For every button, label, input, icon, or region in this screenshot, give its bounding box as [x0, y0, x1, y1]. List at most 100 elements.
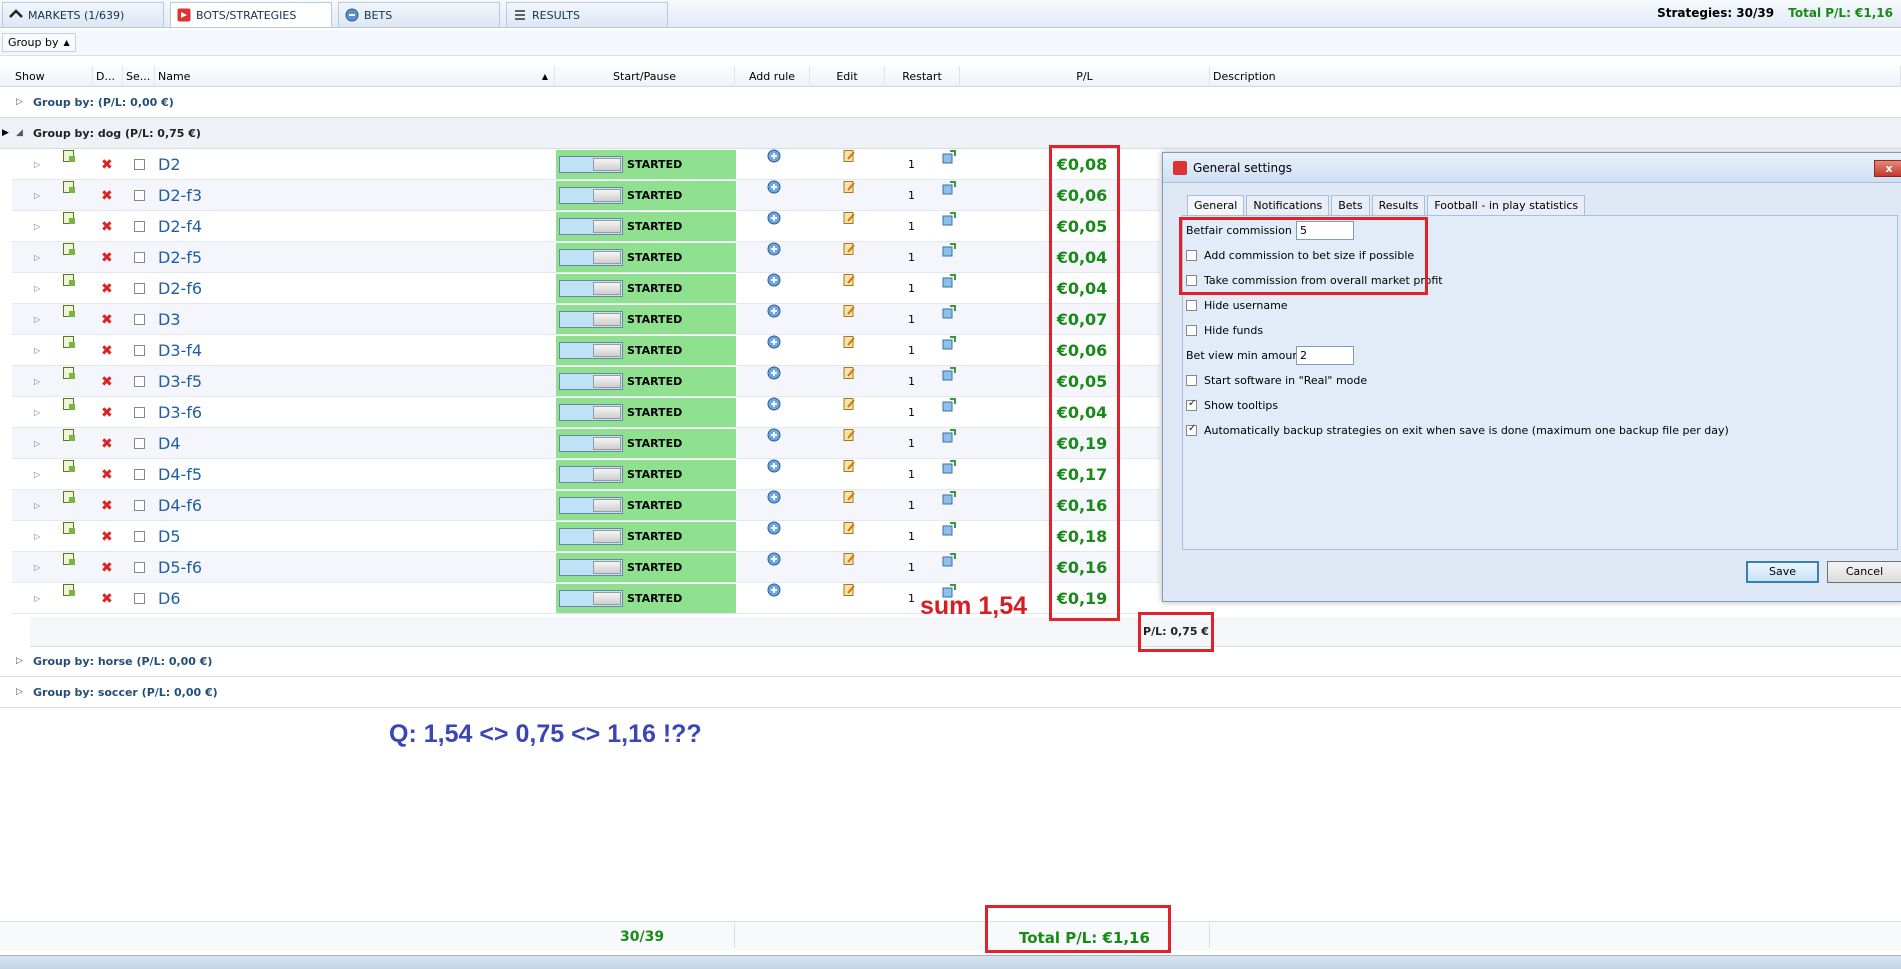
select-checkbox[interactable] [134, 593, 145, 604]
expand-icon[interactable]: ▷ [34, 149, 40, 180]
edit-icon[interactable] [842, 242, 856, 256]
col-restart[interactable]: Restart [885, 66, 960, 87]
show-strategy-icon[interactable] [62, 490, 76, 504]
dialog-tab-notifications[interactable]: Notifications [1246, 195, 1330, 215]
select-checkbox[interactable] [134, 221, 145, 232]
col-pl[interactable]: P/L [960, 66, 1210, 87]
hide-username-row[interactable]: Hide username [1186, 295, 1288, 315]
toggle-switch[interactable] [559, 404, 623, 421]
edit-icon[interactable] [842, 149, 856, 163]
add-rule-icon[interactable] [767, 583, 781, 597]
col-start-pause[interactable]: Start/Pause [555, 66, 735, 87]
select-checkbox-cell[interactable] [134, 397, 145, 428]
expand-icon[interactable]: ▷ [34, 552, 40, 583]
add-rule-icon[interactable] [767, 459, 781, 473]
start-pause-toggle[interactable]: STARTED [556, 305, 736, 334]
toggle-switch[interactable] [559, 373, 623, 390]
show-strategy-icon[interactable] [62, 211, 76, 225]
show-strategy-icon[interactable] [62, 149, 76, 163]
show-strategy-icon[interactable] [62, 273, 76, 287]
toggle-switch[interactable] [559, 466, 623, 483]
dialog-tab-general[interactable]: General [1187, 195, 1245, 215]
dialog-tab-bets[interactable]: Bets [1331, 195, 1370, 215]
table-row[interactable]: ▷ ✖ D2-f4 STARTED 1 €0,05 [12, 211, 1160, 242]
edit-icon[interactable] [842, 397, 856, 411]
expand-icon[interactable]: ▷ [34, 521, 40, 552]
restart-icon[interactable] [942, 335, 957, 350]
table-row[interactable]: ▷ ✖ D2 STARTED 1 €0,08 [12, 149, 1160, 180]
restart-icon[interactable] [942, 211, 957, 226]
show-strategy-icon[interactable] [62, 521, 76, 535]
select-checkbox-cell[interactable] [134, 211, 145, 242]
select-checkbox[interactable] [134, 500, 145, 511]
start-pause-toggle[interactable]: STARTED [556, 460, 736, 489]
toggle-switch[interactable] [559, 187, 623, 204]
tab-markets[interactable]: MARKETS (1/639) [2, 2, 164, 27]
auto-backup-row[interactable]: Automatically backup strategies on exit … [1186, 420, 1729, 440]
table-row[interactable]: ▷ ✖ D4-f6 STARTED 1 €0,16 [12, 490, 1160, 521]
show-strategy-icon[interactable] [62, 583, 76, 597]
delete-icon[interactable]: ✖ [101, 180, 113, 211]
add-rule-icon[interactable] [767, 242, 781, 256]
add-rule-icon[interactable] [767, 304, 781, 318]
toggle-switch[interactable] [559, 156, 623, 173]
toggle-switch[interactable] [559, 311, 623, 328]
select-checkbox[interactable] [134, 562, 145, 573]
select-checkbox[interactable] [134, 190, 145, 201]
toggle-switch[interactable] [559, 590, 623, 607]
select-checkbox-cell[interactable] [134, 428, 145, 459]
expand-icon[interactable]: ▷ [34, 366, 40, 397]
select-checkbox-cell[interactable] [134, 242, 145, 273]
select-checkbox[interactable] [134, 407, 145, 418]
col-description[interactable]: Description [1210, 66, 1901, 87]
expand-icon[interactable]: ▷ [34, 583, 40, 614]
show-strategy-icon[interactable] [62, 428, 76, 442]
collapse-icon[interactable]: ◢ [16, 128, 28, 138]
start-real-row[interactable]: Start software in "Real" mode [1186, 370, 1367, 390]
restart-icon[interactable] [942, 459, 957, 474]
add-rule-icon[interactable] [767, 335, 781, 349]
select-checkbox-cell[interactable] [134, 180, 145, 211]
restart-icon[interactable] [942, 149, 957, 164]
hide-funds-checkbox[interactable] [1186, 324, 1197, 336]
table-row[interactable]: ▷ ✖ D4-f5 STARTED 1 €0,17 [12, 459, 1160, 490]
expand-icon[interactable]: ▷ [16, 656, 28, 666]
edit-icon[interactable] [842, 521, 856, 535]
col-edit[interactable]: Edit [810, 66, 885, 87]
hide-funds-row[interactable]: Hide funds [1186, 320, 1263, 340]
table-row[interactable]: ▷ ✖ D5-f6 STARTED 1 €0,16 [12, 552, 1160, 583]
select-checkbox[interactable] [134, 469, 145, 480]
table-row[interactable]: ▷ ✖ D3 STARTED 1 €0,07 [12, 304, 1160, 335]
toggle-switch[interactable] [559, 218, 623, 235]
restart-icon[interactable] [942, 428, 957, 443]
select-checkbox-cell[interactable] [134, 490, 145, 521]
select-checkbox-cell[interactable] [134, 552, 145, 583]
add-rule-icon[interactable] [767, 490, 781, 504]
delete-icon[interactable]: ✖ [101, 552, 113, 583]
delete-icon[interactable]: ✖ [101, 521, 113, 552]
add-rule-icon[interactable] [767, 211, 781, 225]
edit-icon[interactable] [842, 304, 856, 318]
restart-icon[interactable] [942, 180, 957, 195]
col-se[interactable]: Se... [123, 66, 155, 87]
toggle-switch[interactable] [559, 249, 623, 266]
edit-icon[interactable] [842, 490, 856, 504]
edit-icon[interactable] [842, 366, 856, 380]
delete-icon[interactable]: ✖ [101, 242, 113, 273]
add-rule-icon[interactable] [767, 149, 781, 163]
restart-icon[interactable] [942, 273, 957, 288]
delete-icon[interactable]: ✖ [101, 273, 113, 304]
bet-view-min-input[interactable] [1296, 345, 1354, 365]
col-name[interactable]: Name ▲ [155, 66, 555, 87]
select-checkbox-cell[interactable] [134, 521, 145, 552]
start-pause-toggle[interactable]: STARTED [556, 491, 736, 520]
col-add-rule[interactable]: Add rule [735, 66, 810, 87]
edit-icon[interactable] [842, 180, 856, 194]
show-tooltips-row[interactable]: Show tooltips [1186, 395, 1278, 415]
edit-icon[interactable] [842, 459, 856, 473]
group-row-empty[interactable]: ▷ Group by: (P/L: 0,00 €) [0, 87, 1901, 118]
toggle-switch[interactable] [559, 497, 623, 514]
toggle-switch[interactable] [559, 280, 623, 297]
tab-bets[interactable]: BETS [338, 2, 500, 27]
dialog-tab-results[interactable]: Results [1371, 195, 1426, 215]
